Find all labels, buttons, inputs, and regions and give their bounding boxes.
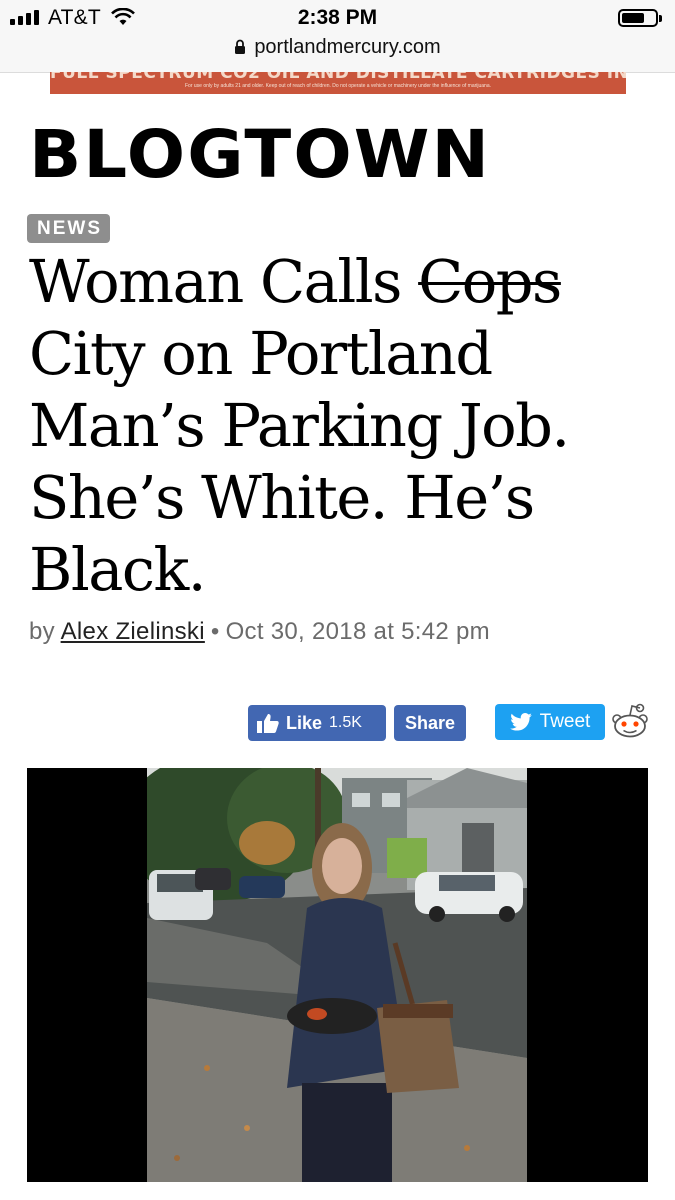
headline-line-1: Woman Calls Cops (29, 247, 562, 316)
byline: by Alex Zielinski • Oct 30, 2018 at 5:42 p… (29, 618, 490, 646)
lock-icon (235, 39, 246, 54)
ad-fine-print: For use only by adults 21 and older. Kee… (184, 83, 492, 89)
tweet-button[interactable]: Tweet (495, 704, 605, 740)
browser-chrome: AT&T 2:38 PM portlandmercury.com (0, 0, 675, 73)
tweet-label: Tweet (539, 711, 591, 732)
thumbs-up-icon (257, 714, 279, 733)
headline-line-4: She’s White. He’s (29, 463, 535, 532)
video-still-image (147, 768, 527, 1182)
byline-separator: • (210, 618, 220, 645)
facebook-like-button[interactable]: Like 1.5K (248, 705, 386, 741)
status-bar: AT&T 2:38 PM (0, 0, 675, 38)
battery-icon (618, 9, 662, 27)
status-clock: 2:38 PM (297, 6, 378, 29)
publish-date: Oct 30, 2018 at 5:42 pm (225, 618, 490, 645)
like-count: 1.5K (329, 714, 362, 731)
headline-line-3: Man’s Parking Job. (29, 391, 570, 460)
headline-line-2: City on Portland (29, 319, 493, 388)
news-category-tag[interactable]: NEWS (27, 214, 110, 243)
url-text: portlandmercury.com (254, 36, 441, 58)
author-link[interactable]: Alex Zielinski (61, 618, 205, 645)
byline-prefix: by (29, 618, 55, 645)
headline-line-5: Black. (29, 535, 206, 604)
twitter-bird-icon (509, 713, 532, 731)
advertisement-banner[interactable]: FULL SPECTRUM CO2 OIL AND DISTILLATE CAR… (50, 72, 626, 94)
address-bar[interactable]: portlandmercury.com (0, 36, 675, 59)
struck-word: Cops (418, 247, 562, 316)
reddit-alien-icon[interactable] (611, 703, 649, 739)
video-player[interactable] (27, 768, 648, 1182)
facebook-share-button[interactable]: Share (394, 705, 466, 741)
article-headline: Woman Calls Cops City on Portland Man’s … (29, 246, 659, 606)
section-title[interactable]: BLOGTOWN (29, 122, 491, 188)
like-label: Like (286, 712, 323, 733)
ad-headline: FULL SPECTRUM CO2 OIL AND DISTILLATE CAR… (50, 72, 626, 83)
